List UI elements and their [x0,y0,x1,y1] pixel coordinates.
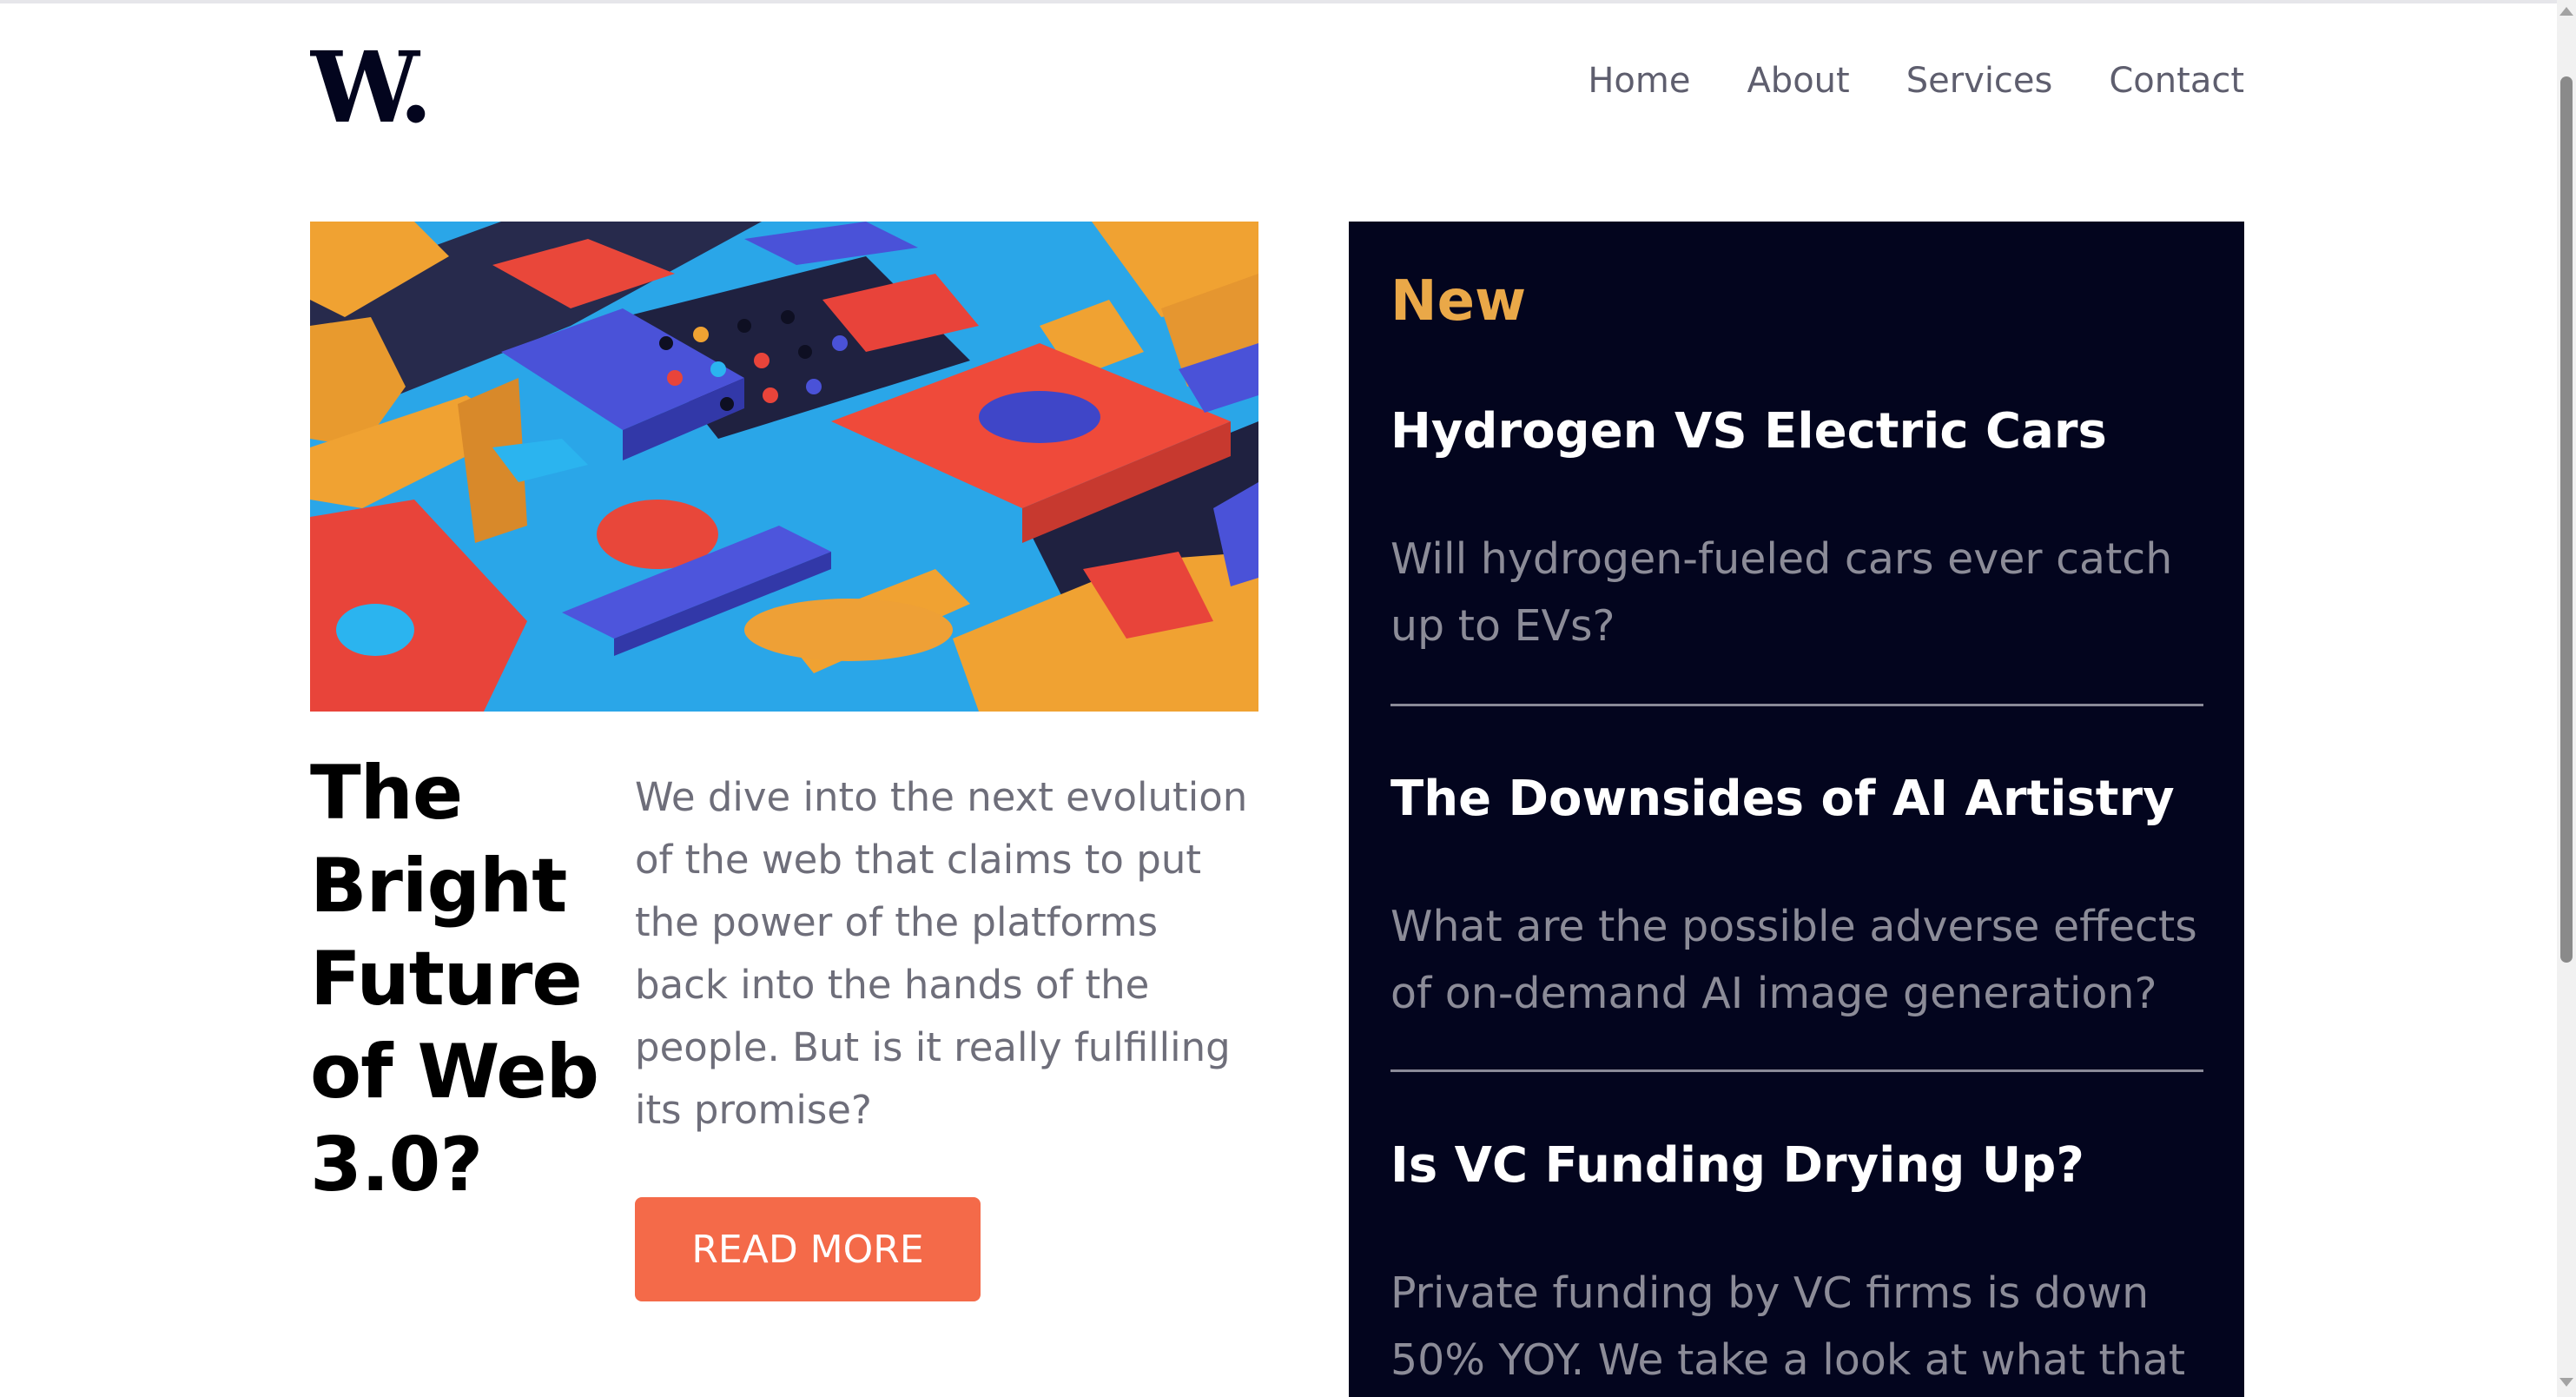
sidebar-heading: New [1390,269,1527,334]
window-top-edge [0,0,2576,3]
scroll-down-arrow-icon[interactable] [2559,1378,2573,1387]
sidebar-divider [1390,1069,2203,1072]
sidebar-divider [1390,704,2203,706]
scroll-up-arrow-icon[interactable] [2559,7,2573,16]
new-articles-sidebar: New Hydrogen VS Electric Cars Will hydro… [1349,222,2244,1397]
page: W. Home About Services Contact The Brigh… [0,0,2576,1397]
main-nav: Home About Services Contact [1588,61,2244,101]
sidebar-item-text: Will hydrogen-fueled cars ever catch up … [1390,534,2173,651]
sidebar-item-text: What are the possible adverse effects of… [1390,902,2197,1018]
sidebar-item-text: Private funding by VC firms is down 50% … [1390,1268,2186,1385]
nav-link-home[interactable]: Home [1588,61,1690,101]
site-logo[interactable]: W. [310,35,432,139]
article-description: We dive into the next evolution of the w… [635,774,1248,1133]
nav-link-services[interactable]: Services [1906,61,2053,101]
article-title: The Bright Future of Web 3.0? [310,750,599,1208]
logo-text: W. [310,35,427,139]
hero-image[interactable] [310,222,1258,712]
read-more-button[interactable]: READ MORE [635,1197,981,1301]
scrollbar-thumb[interactable] [2560,76,2573,963]
nav-link-contact[interactable]: Contact [2109,61,2244,101]
sidebar-item-title[interactable]: Is VC Funding Drying Up? [1390,1135,2084,1196]
sidebar-item-title[interactable]: Hydrogen VS Electric Cars [1390,401,2107,462]
sidebar-item-title[interactable]: The Downsides of AI Artistry [1390,769,2175,830]
nav-link-about[interactable]: About [1747,61,1849,101]
